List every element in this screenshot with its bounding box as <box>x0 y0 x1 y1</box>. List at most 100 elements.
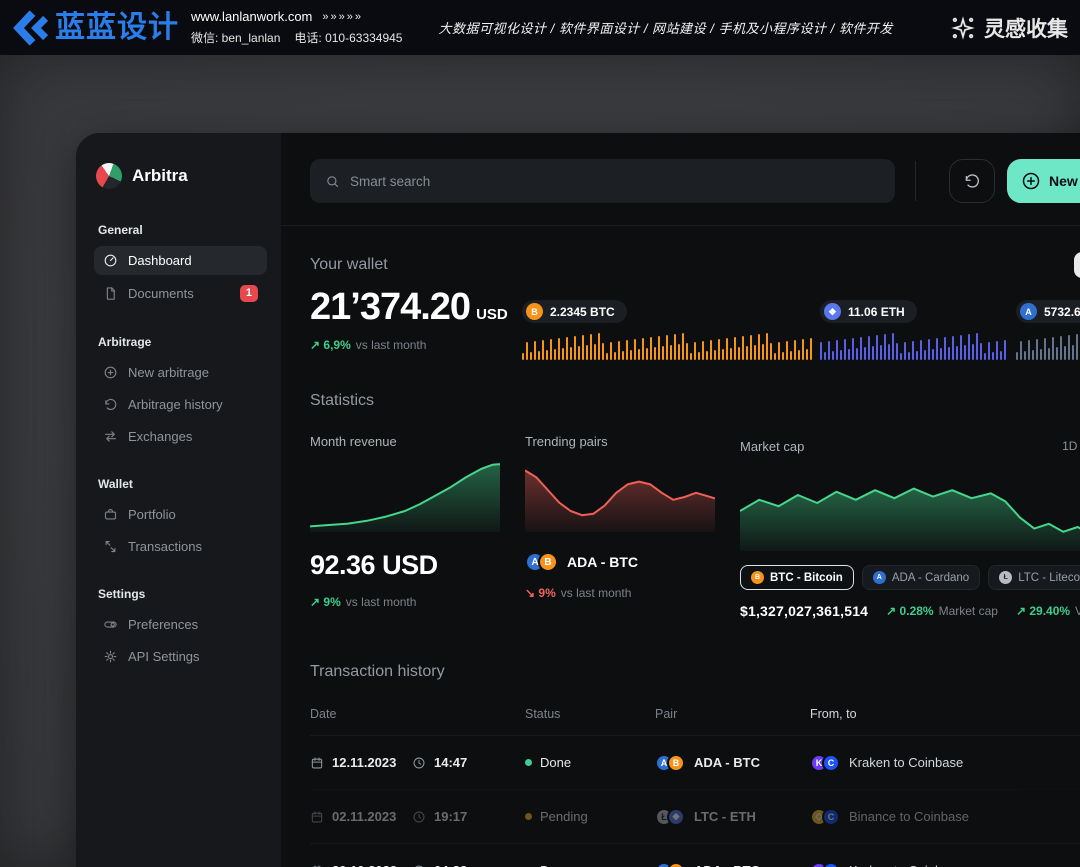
month-revenue-value: 92.36 USD <box>310 550 500 581</box>
holding-amount: 5732.61 ADA <box>1044 305 1080 319</box>
inspiration-collect-link[interactable]: 灵感收集 <box>950 13 1068 43</box>
sidebar-item-label: Arbitrage history <box>128 397 223 412</box>
column-header-from-to: From, to <box>810 707 1045 721</box>
history-icon <box>963 172 981 190</box>
new-arbitrage-button[interactable]: New a <box>1007 159 1080 203</box>
sidebar-item-label: Portfolio <box>128 507 176 522</box>
banner-phone: 电话: 010-63334945 <box>294 29 402 46</box>
transactions-header: DateStatusPairFrom, to <box>310 707 1080 735</box>
status-label: Done <box>540 755 571 770</box>
sidebar-item-new-arbitrage[interactable]: New arbitrage <box>94 358 267 387</box>
wallet-balance-block: 21’374.20USD ↗ 6,9%vs last month <box>310 288 522 354</box>
btc-coin-icon: B <box>667 862 685 867</box>
lanlan-logo-text: 蓝蓝设计 <box>55 13 179 43</box>
holding-eth: ◆11.06 ETH <box>820 300 1010 360</box>
sidebar-item-documents[interactable]: Documents1 <box>94 278 267 309</box>
sidebar-section-settings: Settings <box>98 587 263 601</box>
transaction-row[interactable]: 29.10.202304:23 Done ABADA - BTCKCKraken t… <box>310 843 1080 867</box>
month-revenue-chart <box>310 462 500 532</box>
clock-icon <box>412 864 426 867</box>
range-button-1d[interactable]: 1D <box>1052 434 1080 458</box>
change-suffix: Volume (2 <box>1075 604 1080 618</box>
exchange-icons: ◇C <box>810 808 840 826</box>
transaction-date-cell: 29.10.202304:23 <box>310 863 525 867</box>
coin-pill-btc[interactable]: B BTC - Bitcoin <box>740 565 854 590</box>
coin-pill-ltc[interactable]: ŁLTC - Litecoin <box>988 565 1080 590</box>
transaction-from-to-cell: ◇CBinance to Coinbase <box>810 808 1045 826</box>
transaction-time: 19:17 <box>434 809 467 824</box>
calendar-icon <box>310 756 324 770</box>
holding-bars-ada <box>1016 332 1080 360</box>
sidebar-item-preferences[interactable]: Preferences <box>94 610 267 639</box>
status-label: Done <box>540 863 571 867</box>
change-suffix: vs last month <box>356 338 427 352</box>
marketcap-coin-pills: B BTC - Bitcoin AADA - Cardano ŁLTC - Litec… <box>740 565 1080 590</box>
topbar-divider <box>915 161 916 201</box>
arbitra-logo-icon <box>96 163 122 189</box>
btc-coin-icon: B <box>667 754 685 772</box>
holding-bars-btc <box>522 332 814 360</box>
plus-circle-icon <box>103 365 118 380</box>
transaction-history-title: Transaction history <box>310 663 1080 681</box>
transaction-row[interactable]: 12.11.202314:47DoneABADA - BTCKCKraken t… <box>310 735 1080 789</box>
wallet-title: Your wallet <box>310 256 388 274</box>
sidebar-item-dashboard[interactable]: Dashboard <box>94 246 267 275</box>
transaction-date-cell: 12.11.202314:47 <box>310 755 525 770</box>
transaction-status-cell: Pending <box>525 809 655 824</box>
range-buttons: 1D7D1M <box>1052 434 1080 458</box>
coinbase-coin-icon: C <box>822 808 840 826</box>
transaction-row[interactable]: 02.11.202319:17PendingŁ◆LTC - ETH◇CBinan… <box>310 789 1080 843</box>
trending-pair-label: ADA - BTC <box>567 554 638 570</box>
collect-label: 灵感收集 <box>984 13 1068 43</box>
promo-banner: 蓝蓝设计 www.lanlanwork.com »»»»» 微信: ben_la… <box>0 0 1080 55</box>
column-header-pair: Pair <box>655 707 810 721</box>
sidebar-item-portfolio[interactable]: Portfolio <box>94 500 267 529</box>
wallet-change: ↗ 6,9%vs last month <box>310 336 522 354</box>
banner-contact: www.lanlanwork.com »»»»» 微信: ben_lanlan … <box>191 9 402 46</box>
app-logo-row[interactable]: Arbitra <box>94 163 267 189</box>
btc-coin-icon: B <box>751 571 764 584</box>
history-button[interactable] <box>949 159 995 203</box>
month-revenue-card: Month revenue 92.36 USD ↗ 9%vs last mont… <box>310 434 500 619</box>
pair-coin-icons: AB <box>655 754 685 772</box>
exchange-icons: KC <box>810 754 840 772</box>
eth-coin-icon: ◆ <box>824 303 841 320</box>
trending-pairs-label: Trending pairs <box>525 434 715 449</box>
sidebar-item-label: Preferences <box>128 617 198 632</box>
holding-pill-eth: ◆11.06 ETH <box>820 300 917 323</box>
lanlan-logo[interactable]: 蓝蓝设计 <box>8 7 179 49</box>
sidebar-item-exchanges[interactable]: Exchanges <box>94 422 267 451</box>
btc-coin-icon: B <box>538 552 558 572</box>
trending-pairs-card: Trending pairs AB ADA - BTC ↘ 9%vs last … <box>525 434 715 619</box>
transaction-pair-cell: ABADA - BTC <box>655 862 810 867</box>
sidebar-section-arbitrage: Arbitrage <box>98 335 263 349</box>
transaction-date: 12.11.2023 <box>332 755 404 770</box>
coin-pill-ada[interactable]: AADA - Cardano <box>862 565 980 590</box>
exchange-icons: KC <box>810 862 840 867</box>
up-arrow: ↗ 0.28% <box>886 604 933 618</box>
wallet-currency: USD <box>476 306 508 323</box>
change-suffix: Market cap <box>939 604 998 618</box>
calendar-icon <box>310 810 324 824</box>
up-arrow: ↗ 9% <box>310 595 341 609</box>
wallet-currencies-button[interactable]: Currencies <box>1074 252 1080 278</box>
coinbase-coin-icon: C <box>822 754 840 772</box>
up-arrow: ↗ 29.40% <box>1016 604 1070 618</box>
market-cap-card: Market cap 1D7D1M B BTC - Bitcoin AADA - C… <box>740 434 1080 619</box>
dashboard-icon <box>103 253 118 268</box>
cap-change: ↗ 0.28% Market cap <box>886 604 998 618</box>
sidebar-item-api-settings[interactable]: API Settings <box>94 642 267 671</box>
transactions-body: 12.11.202314:47 Done AB ADA - BTC KCKraken t… <box>310 735 1080 867</box>
banner-wechat: 微信: ben_lanlan <box>191 29 280 46</box>
sparkle-icon <box>950 15 976 41</box>
btc-coin-icon: B <box>526 303 543 320</box>
transaction-from-to-cell: KCKraken to Coinbase <box>810 862 1045 867</box>
coin-pill-label: BTC - Bitcoin <box>770 572 843 584</box>
search-input[interactable]: Smart search <box>310 159 895 203</box>
sidebar-item-transactions[interactable]: Transactions <box>94 532 267 561</box>
transaction-pair-cell: AB ADA - BTC <box>655 754 810 772</box>
transaction-time: 04:23 <box>434 863 467 867</box>
trending-pairs-change: ↘ 9%vs last month <box>525 584 715 602</box>
sidebar-item-arbitrage-history[interactable]: Arbitrage history <box>94 390 267 419</box>
pair-label: ADA - BTC <box>694 755 760 770</box>
